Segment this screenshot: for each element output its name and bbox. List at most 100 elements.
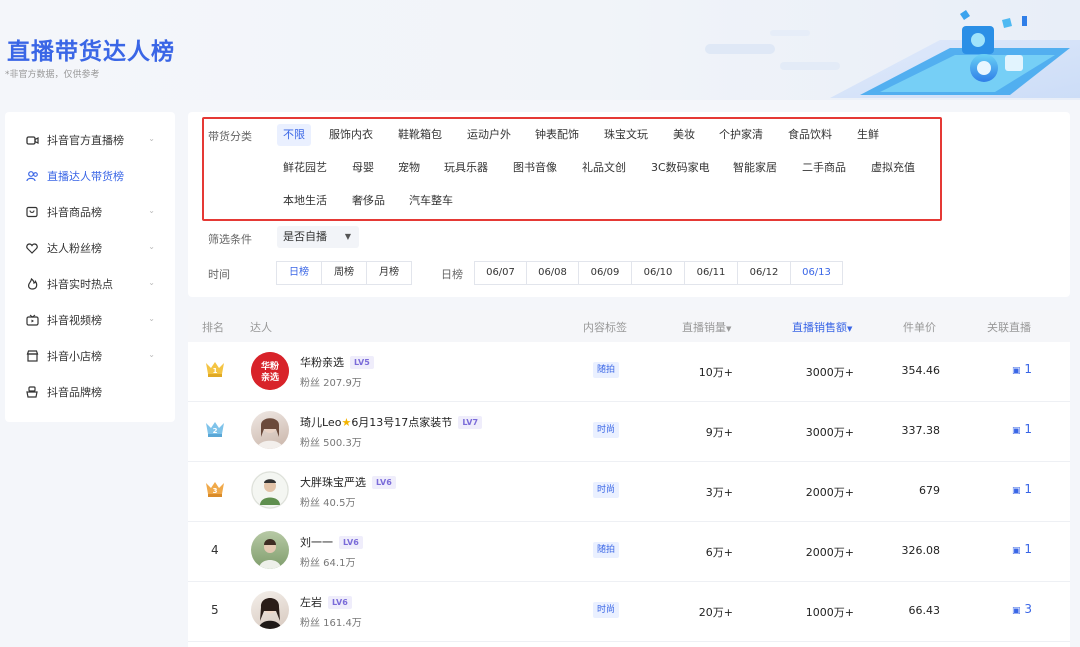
live-sales: 6万+ xyxy=(705,546,733,559)
sidebar-item-label: 达人粉丝榜 xyxy=(47,242,102,255)
category-personal-care[interactable]: 个护家清 xyxy=(713,124,769,146)
category-beauty[interactable]: 美妆 xyxy=(667,124,701,146)
related-live-link[interactable]: ▣ 1 xyxy=(1012,482,1032,496)
header-content-tag: 内容标签 xyxy=(583,321,627,334)
unit-price: 326.08 xyxy=(901,544,941,557)
avatar[interactable] xyxy=(251,531,289,569)
date-0607[interactable]: 06/07 xyxy=(474,261,527,285)
name-text: 左岩 xyxy=(300,596,322,609)
shop-icon xyxy=(25,349,39,363)
self-broadcast-select[interactable]: 是否自播 ▼ xyxy=(277,226,359,248)
svg-text:1: 1 xyxy=(213,367,218,375)
category-virtual[interactable]: 虚拟充值 xyxy=(865,157,921,179)
sidebar-item-label: 抖音小店榜 xyxy=(47,350,102,363)
date-0613[interactable]: 06/13 xyxy=(790,261,843,285)
live-count: 3 xyxy=(1024,602,1032,616)
star-icon: ★ xyxy=(341,416,352,429)
header-live-revenue[interactable]: 直播销售额▼ xyxy=(792,319,852,335)
sidebar: 抖音官方直播榜 ⌄ 直播达人带货榜 抖音商品榜 ⌄ 达人粉丝榜 ⌄ 抖音实时热点… xyxy=(5,112,175,422)
person-avatar-icon xyxy=(257,418,283,449)
category-baby[interactable]: 母婴 xyxy=(346,157,380,179)
related-live-link[interactable]: ▣ 3 xyxy=(1012,602,1032,616)
sidebar-item-goods[interactable]: 抖音商品榜 ⌄ xyxy=(5,194,175,230)
caret-down-icon: ▼ xyxy=(847,325,853,333)
live-count: 1 xyxy=(1024,542,1032,556)
fans-count: 粉丝 64.1万 xyxy=(300,558,356,569)
gold-medal-icon: 1 xyxy=(206,362,224,377)
live-camera-icon xyxy=(25,133,39,147)
sidebar-item-live-sales[interactable]: 直播达人带货榜 xyxy=(5,158,175,194)
live-revenue: 3000万+ xyxy=(805,366,854,379)
category-local[interactable]: 本地生活 xyxy=(277,190,333,212)
live-revenue: 2000万+ xyxy=(805,486,854,499)
date-0609[interactable]: 06/09 xyxy=(578,261,632,285)
camera-icon: ▣ xyxy=(1012,546,1021,556)
header-label: 直播销售额 xyxy=(792,321,847,334)
category-luxury[interactable]: 奢侈品 xyxy=(346,190,391,212)
influencer-name[interactable]: 刘一一 LV6 xyxy=(300,534,363,550)
category-food[interactable]: 食品饮料 xyxy=(782,124,838,146)
people-icon xyxy=(25,169,39,183)
category-3c[interactable]: 3C数码家电 xyxy=(645,157,716,179)
category-car[interactable]: 汽车整车 xyxy=(403,190,459,212)
category-second-hand[interactable]: 二手商品 xyxy=(796,157,852,179)
unit-price: 354.46 xyxy=(901,364,941,377)
live-sales: 20万+ xyxy=(698,606,733,619)
category-watches[interactable]: 钟表配饰 xyxy=(529,124,585,146)
sidebar-item-label: 抖音实时热点 xyxy=(47,278,113,291)
category-shoes-bags[interactable]: 鞋靴箱包 xyxy=(392,124,448,146)
category-unlimited[interactable]: 不限 xyxy=(277,124,311,146)
influencer-name[interactable]: 琦儿Leo★6月13号17点家装节 LV7 xyxy=(300,414,483,430)
category-flowers[interactable]: 鲜花园艺 xyxy=(277,157,333,179)
content-tag: 时尚 xyxy=(593,482,620,498)
period-daily[interactable]: 日榜 xyxy=(276,261,322,285)
date-0611[interactable]: 06/11 xyxy=(684,261,738,285)
related-live-link[interactable]: ▣ 1 xyxy=(1012,422,1032,436)
brand-icon xyxy=(25,385,39,399)
person-avatar-icon xyxy=(259,539,281,569)
header-influencer: 达人 xyxy=(250,321,272,334)
fans-count: 粉丝 40.5万 xyxy=(300,498,356,509)
category-clothing[interactable]: 服饰内衣 xyxy=(323,124,379,146)
live-revenue: 2000万+ xyxy=(805,546,854,559)
related-live-link[interactable]: ▣ 1 xyxy=(1012,542,1032,556)
goods-box-icon xyxy=(25,205,39,219)
avatar[interactable] xyxy=(251,411,289,449)
level-badge: LV7 xyxy=(458,416,483,429)
category-fresh[interactable]: 生鲜 xyxy=(851,124,885,146)
sidebar-item-label: 抖音商品榜 xyxy=(47,206,102,219)
header-live-sales[interactable]: 直播销量▼ xyxy=(682,319,731,335)
category-toys[interactable]: 玩具乐器 xyxy=(438,157,494,179)
category-pets[interactable]: 宠物 xyxy=(392,157,426,179)
svg-text:3: 3 xyxy=(213,487,218,495)
avatar[interactable]: 华粉 亲选 xyxy=(251,352,289,390)
avatar[interactable] xyxy=(251,591,289,629)
date-0608[interactable]: 06/08 xyxy=(526,261,579,285)
category-books[interactable]: 图书音像 xyxy=(507,157,563,179)
sidebar-item-brand[interactable]: 抖音品牌榜 xyxy=(5,374,175,410)
sidebar-item-hot[interactable]: 抖音实时热点 ⌄ xyxy=(5,266,175,302)
period-monthly[interactable]: 月榜 xyxy=(366,261,412,285)
date-0612[interactable]: 06/12 xyxy=(737,261,791,285)
category-sports[interactable]: 运动户外 xyxy=(461,124,517,146)
live-count: 1 xyxy=(1024,422,1032,436)
avatar[interactable] xyxy=(251,471,289,509)
influencer-name[interactable]: 大胖珠宝严选 LV6 xyxy=(300,474,396,490)
sidebar-item-fans[interactable]: 达人粉丝榜 ⌄ xyxy=(5,230,175,266)
date-0610[interactable]: 06/10 xyxy=(631,261,685,285)
sidebar-item-label: 抖音官方直播榜 xyxy=(47,134,124,147)
category-smart-home[interactable]: 智能家居 xyxy=(727,157,783,179)
time-label: 时间 xyxy=(208,268,230,281)
period-weekly[interactable]: 周榜 xyxy=(321,261,367,285)
sidebar-item-video[interactable]: 抖音视频榜 ⌄ xyxy=(5,302,175,338)
sidebar-item-official-live[interactable]: 抖音官方直播榜 ⌄ xyxy=(5,122,175,158)
influencer-name[interactable]: 华粉亲选 LV5 xyxy=(300,354,374,370)
name-text: 刘一一 xyxy=(300,536,333,549)
page-subtitle: *非官方数据，仅供参考 xyxy=(5,70,100,80)
category-gifts[interactable]: 礼品文创 xyxy=(576,157,632,179)
related-live-link[interactable]: ▣ 1 xyxy=(1012,362,1032,376)
camera-icon: ▣ xyxy=(1012,486,1021,496)
sidebar-item-shop[interactable]: 抖音小店榜 ⌄ xyxy=(5,338,175,374)
influencer-name[interactable]: 左岩 LV6 xyxy=(300,594,352,610)
category-jewelry[interactable]: 珠宝文玩 xyxy=(598,124,654,146)
